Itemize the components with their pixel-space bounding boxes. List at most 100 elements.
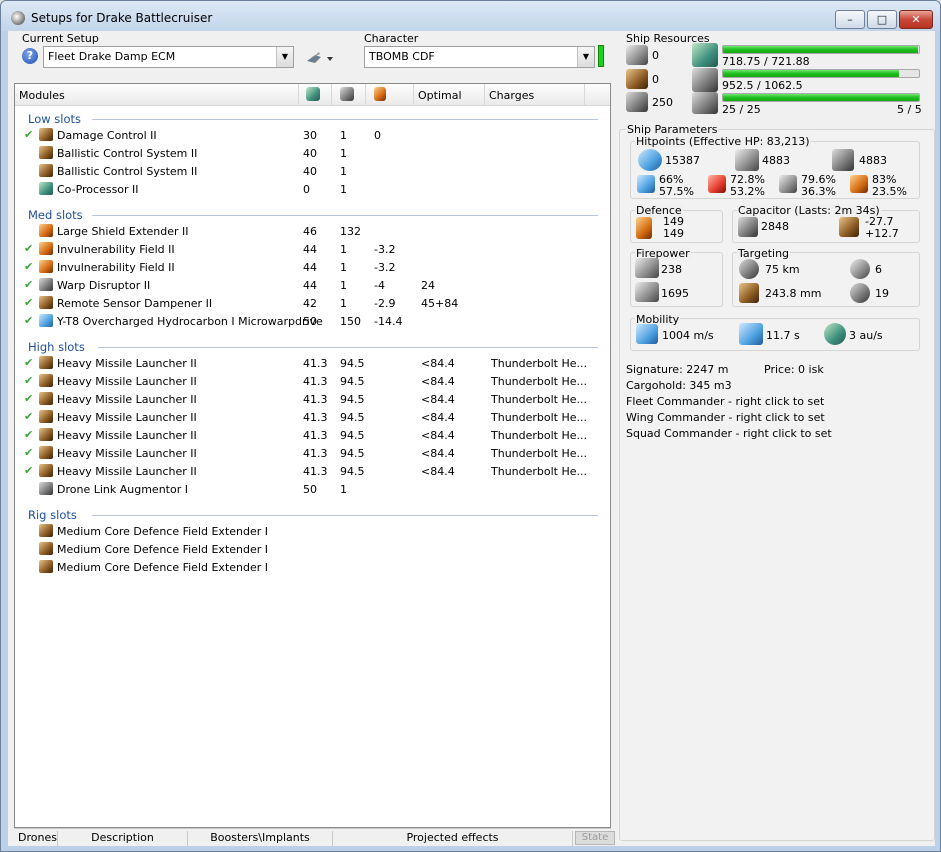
module-row[interactable]: Co-Processor II 0 1 xyxy=(15,180,610,198)
capacitor-icon xyxy=(738,217,758,237)
module-row[interactable]: ✔ Heavy Missile Launcher II 41.3 94.5 <84.4 T… xyxy=(15,408,610,426)
character-label: Character xyxy=(364,32,419,45)
module-row[interactable]: Drone Link Augmentor I 50 1 xyxy=(15,480,610,498)
module-name: Heavy Missile Launcher II xyxy=(57,375,197,388)
slot-group-title: Rig slots xyxy=(28,508,77,522)
module-row[interactable]: ✔ Heavy Missile Launcher II 41.3 94.5 <84.4 T… xyxy=(15,390,610,408)
current-setup-dropdown[interactable]: Fleet Drake Damp ECM ▼ xyxy=(43,46,294,68)
module-charges: Thunderbolt He... xyxy=(491,429,588,442)
turret-hardpoints-icon xyxy=(626,45,648,65)
module-cpu: 41.3 xyxy=(303,375,328,388)
minimize-icon: – xyxy=(847,13,853,26)
help-icon[interactable]: ? xyxy=(22,48,38,64)
module-row[interactable]: ✔ Heavy Missile Launcher II 41.3 94.5 <84.4 T… xyxy=(15,426,610,444)
online-check-icon: ✔ xyxy=(24,428,34,441)
state-button[interactable]: State xyxy=(575,831,615,845)
maximize-button[interactable]: □ xyxy=(867,10,897,29)
module-row[interactable]: ✔ Y-T8 Overcharged Hydrocarbon I Microwar… xyxy=(15,312,610,330)
module-row[interactable]: ✔ Heavy Missile Launcher II 41.3 94.5 <84.4 T… xyxy=(15,444,610,462)
tab-projected-effects[interactable]: Projected effects xyxy=(333,831,573,846)
module-optimal: <84.4 xyxy=(421,429,455,442)
module-row[interactable]: ✔ Invulnerability Field II 44 1 -3.2 xyxy=(15,240,610,258)
module-row[interactable]: Medium Core Defence Field Extender I xyxy=(15,540,610,558)
online-check-icon: ✔ xyxy=(24,242,34,255)
modules-list[interactable]: Modules Optimal Charges Low slots ✔ Damage… xyxy=(14,83,611,828)
module-name: Medium Core Defence Field Extender I xyxy=(57,543,269,556)
cpu-bar-fill xyxy=(723,46,919,53)
target-range-value: 75 km xyxy=(765,263,800,276)
module-row[interactable]: Medium Core Defence Field Extender I xyxy=(15,522,610,540)
module-optimal: <84.4 xyxy=(421,357,455,370)
character-dropdown[interactable]: TBOMB CDF ▼ xyxy=(364,46,595,68)
module-row[interactable]: ✔ Damage Control II 30 1 0 xyxy=(15,126,610,144)
minimize-button[interactable]: – xyxy=(835,10,865,29)
thermal-resist-b: 53.2% xyxy=(730,185,765,198)
module-cpu: 44 xyxy=(303,243,317,256)
module-name: Medium Core Defence Field Extender I xyxy=(57,561,269,574)
calibration-value: 25 / 25 xyxy=(722,103,761,116)
missile-launcher-icon xyxy=(39,410,53,423)
damage-control-icon xyxy=(39,128,53,141)
online-check-icon: ✔ xyxy=(24,296,34,309)
module-power: 94.5 xyxy=(340,411,365,424)
missile-launcher-icon xyxy=(39,374,53,387)
tab-boosters-implants[interactable]: Boosters\Implants xyxy=(188,831,333,846)
missile-launcher-icon xyxy=(39,428,53,441)
wing-commander-slot[interactable]: Wing Commander - right click to set xyxy=(626,411,825,424)
module-charges: Thunderbolt He... xyxy=(491,465,588,478)
module-row[interactable]: Ballistic Control System II 40 1 xyxy=(15,162,610,180)
module-row[interactable]: ✔ Heavy Missile Launcher II 41.3 94.5 <84.4 T… xyxy=(15,372,610,390)
setup-tools-button[interactable] xyxy=(301,47,339,69)
missile-launcher-icon xyxy=(39,464,53,477)
col-charges[interactable]: Charges xyxy=(485,84,585,106)
dps-value: 1695 xyxy=(661,287,689,300)
module-row[interactable]: ✔ Heavy Missile Launcher II 41.3 94.5 <84.4 T… xyxy=(15,354,610,372)
module-optimal: 45+84 xyxy=(421,297,459,310)
cargohold: Cargohold: 345 m3 xyxy=(626,379,732,392)
col-cpu[interactable] xyxy=(299,84,332,106)
module-cpu: 44 xyxy=(303,279,317,292)
max-velocity-value: 1004 m/s xyxy=(662,329,714,342)
title-bar[interactable]: Setups for Drake Battlecruiser – □ ✕ xyxy=(1,1,940,31)
shield-hp-value: 15387 xyxy=(665,154,700,167)
chevron-down-icon: ▼ xyxy=(577,47,594,67)
module-cpu: 41.3 xyxy=(303,429,328,442)
tab-drones[interactable]: Drones xyxy=(14,831,58,846)
module-power: 1 xyxy=(340,483,347,496)
module-row[interactable]: Large Shield Extender II 46 132 xyxy=(15,222,610,240)
module-row[interactable]: ✔ Invulnerability Field II 44 1 -3.2 xyxy=(15,258,610,276)
tab-description[interactable]: Description xyxy=(58,831,188,846)
col-power[interactable] xyxy=(332,84,366,106)
powergrid-icon xyxy=(340,87,354,101)
capacitor-title: Capacitor (Lasts: 2m 34s) xyxy=(737,204,881,217)
module-row[interactable]: ✔ Heavy Missile Launcher II 41.3 94.5 <84.4 T… xyxy=(15,462,610,480)
cpu-icon xyxy=(692,43,718,67)
module-row[interactable]: Medium Core Defence Field Extender I xyxy=(15,558,610,576)
character-value: TBOMB CDF xyxy=(369,50,435,63)
col-modules[interactable]: Modules xyxy=(15,84,299,106)
co-processor-icon xyxy=(39,182,53,195)
shield-hp-icon xyxy=(638,149,662,171)
missile-launcher-icon xyxy=(39,356,53,369)
squad-commander-slot[interactable]: Squad Commander - right click to set xyxy=(626,427,832,440)
fleet-commander-slot[interactable]: Fleet Commander - right click to set xyxy=(626,395,824,408)
em-resist-b: 57.5% xyxy=(659,185,694,198)
dps-icon xyxy=(635,282,659,302)
online-check-icon: ✔ xyxy=(24,128,34,141)
kinetic-resist-icon xyxy=(779,175,797,193)
modules-list-header: Modules Optimal Charges xyxy=(15,84,610,106)
col-capacitor[interactable] xyxy=(366,84,414,106)
module-power: 150 xyxy=(340,315,361,328)
sensor-strength-value: 19 xyxy=(875,287,889,300)
module-row[interactable]: ✔ Remote Sensor Dampener II 42 1 -2.9 45+84 xyxy=(15,294,610,312)
drone-bay-value: 250 xyxy=(652,96,673,109)
online-check-icon: ✔ xyxy=(24,374,34,387)
missile-launcher-icon xyxy=(39,446,53,459)
structure-hp-icon xyxy=(832,149,854,171)
module-row[interactable]: Ballistic Control System II 40 1 xyxy=(15,144,610,162)
close-button[interactable]: ✕ xyxy=(899,10,933,29)
character-status-indicator xyxy=(598,45,604,67)
module-row[interactable]: ✔ Warp Disruptor II 44 1 -4 24 xyxy=(15,276,610,294)
module-cpu: 30 xyxy=(303,129,317,142)
col-optimal[interactable]: Optimal xyxy=(414,84,485,106)
